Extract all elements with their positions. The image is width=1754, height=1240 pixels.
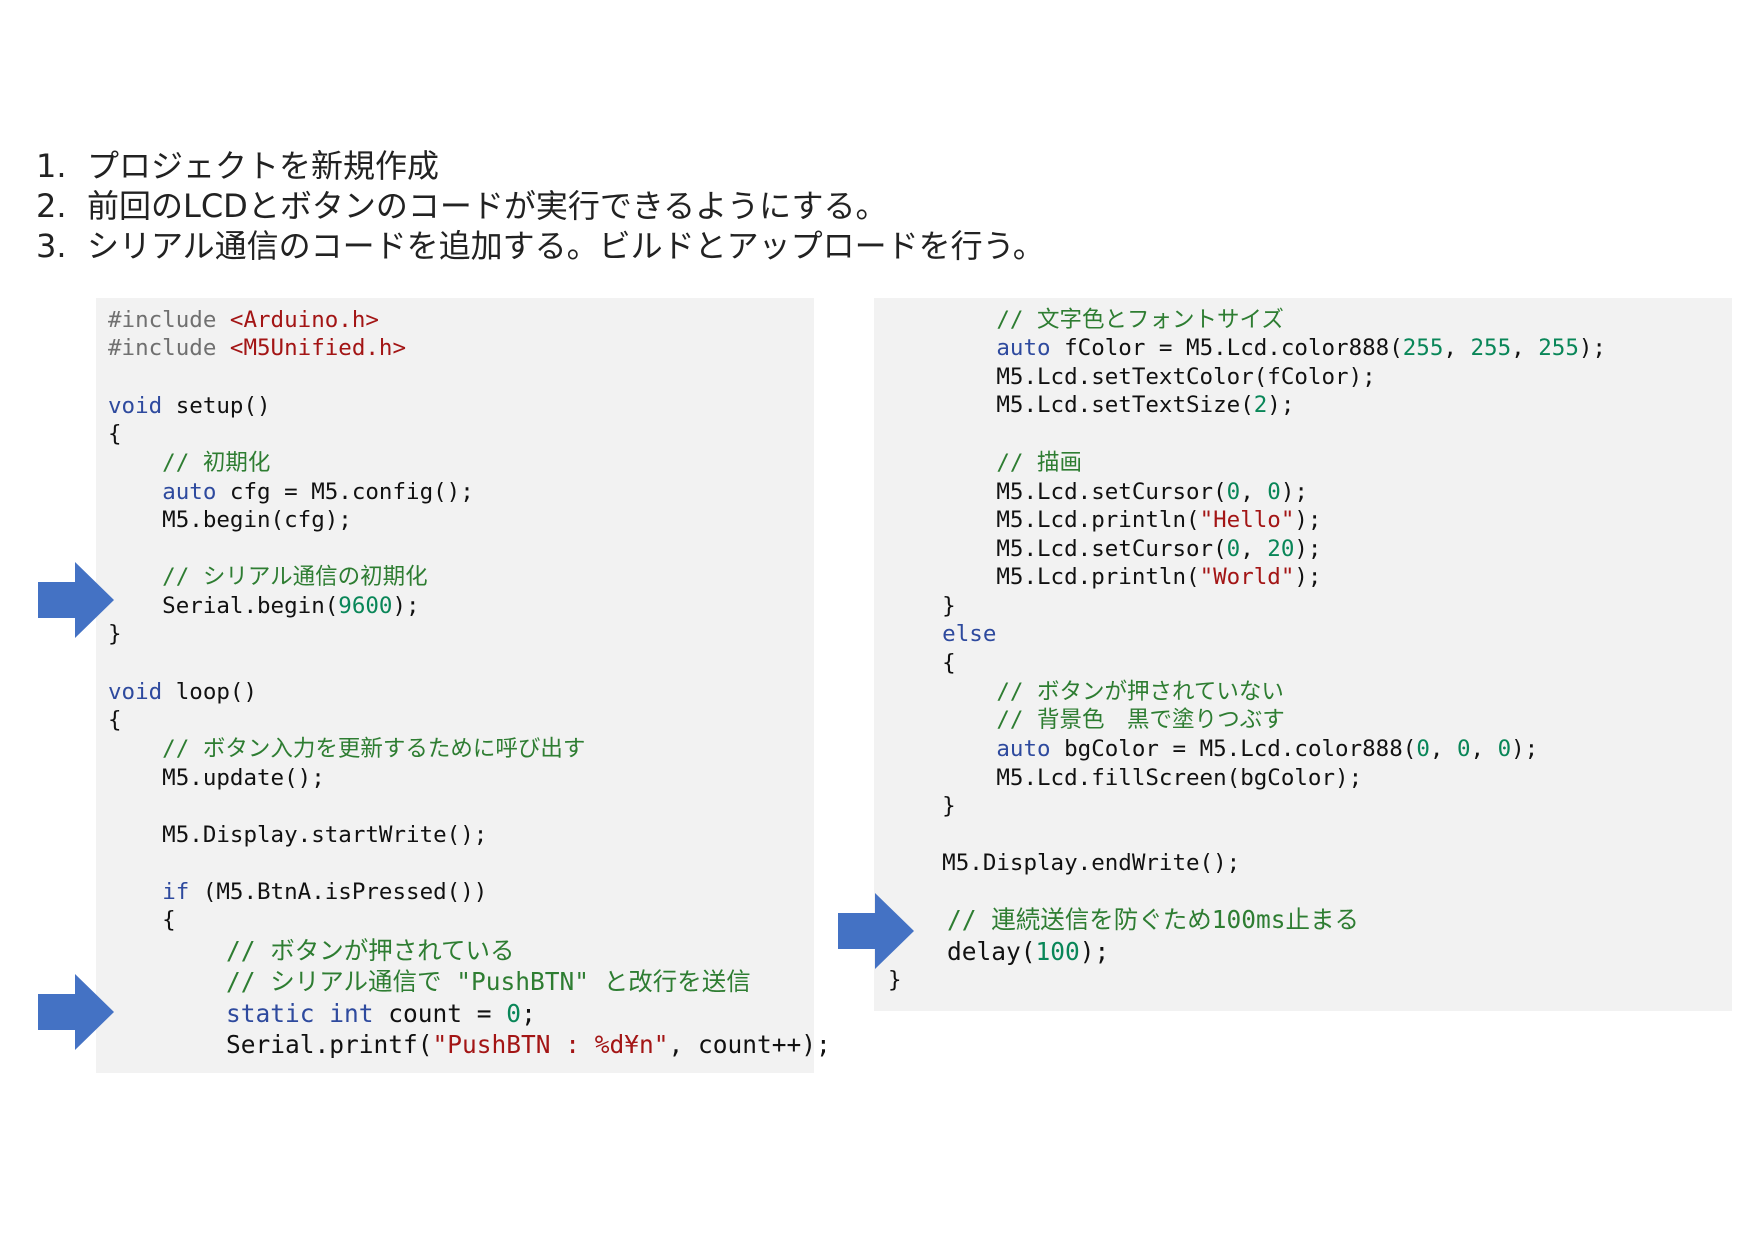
code-line: auto bgColor = M5.Lcd.color888(0, 0, 0); bbox=[996, 736, 1539, 762]
code-line: auto cfg = M5.config(); bbox=[162, 479, 474, 505]
code-block-right: // 文字色とフォントサイズ auto fColor = M5.Lcd.colo… bbox=[874, 298, 1732, 1011]
code-line: M5.Display.startWrite(); bbox=[108, 822, 488, 848]
code-line: #include <M5Unified.h> bbox=[108, 335, 407, 361]
step-number: 3. bbox=[36, 227, 67, 265]
code-comment: // 背景色 黒で塗りつぶす bbox=[888, 707, 1285, 733]
code-comment: // 連続送信を防ぐため100ms止まる bbox=[888, 905, 1360, 934]
step-item: 1. プロジェクトを新規作成 bbox=[36, 146, 1045, 186]
arrow-right-icon bbox=[38, 974, 114, 1050]
code-line: { bbox=[108, 707, 122, 733]
code-line: } bbox=[888, 593, 956, 619]
code-line: void loop() bbox=[108, 679, 258, 705]
code-comment: // シリアル通信で "PushBTN" と改行を送信 bbox=[108, 967, 751, 996]
step-text: シリアル通信のコードを追加する。ビルドとアップロードを行う。 bbox=[87, 227, 1045, 265]
code-comment: // 文字色とフォントサイズ bbox=[888, 307, 1284, 333]
code-line: M5.Lcd.println("World"); bbox=[888, 564, 1322, 590]
arrow-right-icon bbox=[838, 893, 914, 969]
code-line: delay(100); bbox=[888, 937, 1110, 966]
code-comment: // シリアル通信の初期化 bbox=[108, 564, 428, 590]
step-item: 3. シリアル通信のコードを追加する。ビルドとアップロードを行う。 bbox=[36, 226, 1045, 266]
code-line: Serial.printf("PushBTN : %d¥n", count++)… bbox=[108, 1030, 831, 1059]
step-number: 2. bbox=[36, 187, 67, 225]
step-text: 前回のLCDとボタンのコードが実行できるようにする。 bbox=[87, 187, 888, 225]
code-line: static int count = 0; bbox=[226, 999, 536, 1028]
step-item: 2. 前回のLCDとボタンのコードが実行できるようにする。 bbox=[36, 186, 1045, 226]
code-line: M5.Lcd.setCursor(0, 20); bbox=[888, 536, 1322, 562]
code-line: } bbox=[888, 967, 902, 993]
arrow-right-icon bbox=[38, 562, 114, 638]
code-line: M5.Lcd.setCursor(0, 0); bbox=[888, 479, 1308, 505]
code-block-left: #include <Arduino.h> #include <M5Unified… bbox=[96, 298, 831, 1073]
step-number: 1. bbox=[36, 147, 67, 185]
code-line: M5.Lcd.setTextSize(2); bbox=[888, 392, 1295, 418]
code-line: } bbox=[888, 793, 956, 819]
code-comment: // ボタン入力を更新するために呼び出す bbox=[108, 736, 586, 762]
code-line: { bbox=[888, 650, 956, 676]
code-line: void setup() bbox=[108, 393, 271, 419]
code-line: M5.Lcd.setTextColor(fColor); bbox=[888, 364, 1376, 390]
code-line: else bbox=[888, 621, 997, 647]
instruction-steps: 1. プロジェクトを新規作成 2. 前回のLCDとボタンのコードが実行できるようにす… bbox=[36, 146, 1045, 266]
code-line: M5.begin(cfg); bbox=[108, 507, 352, 533]
code-line: if (M5.BtnA.isPressed()) bbox=[162, 879, 488, 905]
code-line: { bbox=[108, 421, 122, 447]
code-line: M5.Lcd.println("Hello"); bbox=[888, 507, 1322, 533]
code-comment: // ボタンが押されていない bbox=[888, 679, 1284, 705]
code-comment: // ボタンが押されている bbox=[108, 936, 515, 965]
code-line: M5.Display.endWrite(); bbox=[888, 850, 1241, 876]
step-text: プロジェクトを新規作成 bbox=[87, 147, 440, 185]
code-line: M5.update(); bbox=[108, 765, 325, 791]
code-line: #include <Arduino.h> bbox=[108, 307, 379, 333]
code-comment: // 描画 bbox=[888, 450, 1083, 476]
code-comment: // 初期化 bbox=[108, 450, 271, 476]
code-line: auto fColor = M5.Lcd.color888(255, 255, … bbox=[996, 335, 1606, 361]
code-line: M5.Lcd.fillScreen(bgColor); bbox=[888, 765, 1363, 791]
code-line: { bbox=[108, 907, 176, 933]
code-line: Serial.begin(9600); bbox=[108, 593, 420, 619]
